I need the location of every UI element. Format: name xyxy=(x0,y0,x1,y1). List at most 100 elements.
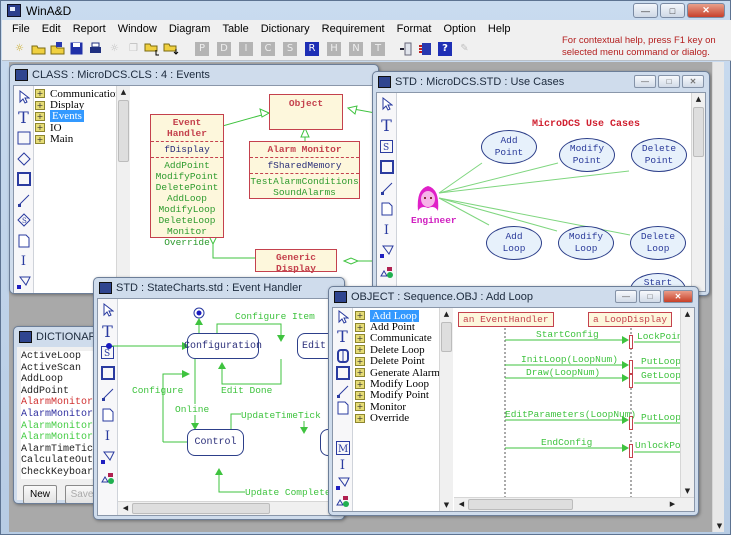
menu-file[interactable]: File xyxy=(6,23,36,35)
maximize-button[interactable]: □ xyxy=(639,290,661,303)
message-unlock-point[interactable]: UnlockPoi xyxy=(635,440,680,451)
pointer-tool-icon[interactable] xyxy=(335,310,351,324)
message-draw[interactable]: Draw(LoopNum) xyxy=(526,367,600,378)
menu-option[interactable]: Option xyxy=(437,23,481,35)
note-tool-icon[interactable] xyxy=(335,401,351,415)
scroll-thumb[interactable] xyxy=(118,100,129,162)
usecase-delete-loop[interactable]: Delete Loop xyxy=(630,226,686,260)
new-icon[interactable]: ☼ xyxy=(10,40,29,57)
diamond-tool-icon[interactable] xyxy=(16,150,32,168)
minimize-button[interactable]: — xyxy=(615,290,637,303)
text-tool-icon[interactable]: T xyxy=(335,327,351,346)
tree-item-modify-loop[interactable]: + Modify Loop xyxy=(355,378,440,390)
pointer-tool-icon[interactable] xyxy=(16,88,32,106)
scroll-right-icon[interactable]: ▶ xyxy=(667,498,678,510)
actor-engineer[interactable] xyxy=(413,183,443,213)
minimize-button[interactable]: — xyxy=(633,3,658,18)
sequence-vscrollbar[interactable]: ▲ ▼ xyxy=(680,308,694,497)
m-box-tool-icon[interactable]: M xyxy=(335,440,351,455)
usecase-add-loop[interactable]: Add Loop xyxy=(486,226,542,260)
usecase-modify-point[interactable]: Modify Point xyxy=(559,138,615,172)
class-event-handler[interactable]: Event Handler fDisplay AddPoint ModifyPo… xyxy=(150,114,224,248)
expand-icon[interactable]: + xyxy=(355,345,365,355)
tree-item-delete-loop[interactable]: + Delete Loop xyxy=(355,344,440,356)
workspace-vscrollbar[interactable]: ▼ xyxy=(712,62,724,532)
expand-icon[interactable]: + xyxy=(35,89,45,99)
tool-d-icon[interactable]: D xyxy=(217,41,231,56)
class-tree-scrollbar[interactable]: ▲ xyxy=(116,86,130,293)
message-put-loop[interactable]: PutLoop xyxy=(641,356,680,367)
state-configuration[interactable]: Configuration xyxy=(184,333,262,359)
color-tool-icon[interactable] xyxy=(335,494,351,508)
message-get-loop[interactable]: GetLoop xyxy=(641,370,680,381)
message-put-loop-2[interactable]: PutLoop xyxy=(641,412,680,423)
lifeline-event-handler[interactable]: an EventHandler xyxy=(458,312,554,327)
scroll-thumb[interactable] xyxy=(468,499,573,510)
shape-tool-icon[interactable] xyxy=(16,273,32,291)
scenario-tree-scrollbar[interactable]: ▲ ▼ xyxy=(439,308,453,511)
sequence-hscrollbar[interactable]: ◀ ▶ xyxy=(454,497,694,511)
tool-n-icon[interactable]: N xyxy=(349,41,363,56)
menu-edit[interactable]: Edit xyxy=(36,23,67,35)
shape-tool-icon[interactable] xyxy=(335,476,351,491)
tree-item-add-loop[interactable]: + Add Loop xyxy=(355,309,440,322)
new-button[interactable]: New xyxy=(23,485,57,503)
scroll-down-icon[interactable]: ▼ xyxy=(441,499,452,511)
expand-icon[interactable]: + xyxy=(355,311,365,321)
export-folder-icon[interactable] xyxy=(162,40,181,57)
class-generic-display[interactable]: Generic Display xyxy=(255,249,337,274)
tree-item-override[interactable]: + Override xyxy=(355,412,440,424)
maximize-button[interactable]: □ xyxy=(660,3,685,18)
menu-dictionary[interactable]: Dictionary xyxy=(255,23,316,35)
scroll-thumb[interactable] xyxy=(132,503,270,514)
menu-requirement[interactable]: Requirement xyxy=(316,23,391,35)
color-tool-icon[interactable] xyxy=(16,294,32,295)
menu-help[interactable]: Help xyxy=(482,23,517,35)
print-icon[interactable] xyxy=(86,40,105,57)
expand-icon[interactable]: + xyxy=(35,111,45,121)
line-tool-icon[interactable] xyxy=(335,383,351,398)
statechart-hscrollbar[interactable]: ◀ xyxy=(118,501,340,515)
tool-c-icon[interactable]: C xyxy=(261,41,275,56)
tree-item-events[interactable]: + Events xyxy=(35,110,117,123)
message-edit-parameters[interactable]: EditParameters(LoopNum) xyxy=(505,409,636,420)
object-tool-icon[interactable] xyxy=(335,348,351,363)
expand-icon[interactable]: + xyxy=(35,100,45,110)
message-init-loop[interactable]: InitLoop(LoopNum) xyxy=(521,354,618,365)
expand-icon[interactable]: + xyxy=(35,123,45,133)
tree-item-modify-point[interactable]: + Modify Point xyxy=(355,389,440,401)
message-start-config[interactable]: StartConfig xyxy=(536,329,599,340)
import-folder-icon[interactable] xyxy=(143,40,162,57)
usecase-add-point[interactable]: Add Point xyxy=(481,130,537,164)
usecase-modify-loop[interactable]: Modify Loop xyxy=(558,226,614,260)
open-project-icon[interactable] xyxy=(48,40,67,57)
class-object[interactable]: Object xyxy=(269,94,343,130)
state-control[interactable]: Control xyxy=(187,429,244,456)
help-icon[interactable]: ? xyxy=(438,41,452,56)
text-cursor-tool-icon[interactable]: I xyxy=(335,458,351,473)
save-icon[interactable] xyxy=(67,40,86,57)
scroll-left-icon[interactable]: ◀ xyxy=(120,502,131,514)
tree-item-monitor[interactable]: + Monitor xyxy=(355,401,440,413)
tool-s-icon[interactable]: S xyxy=(283,41,297,56)
transition-configure[interactable]: Configure xyxy=(132,385,183,396)
message-lock-point[interactable]: LockPoint xyxy=(637,331,680,342)
maximize-button[interactable]: □ xyxy=(658,75,680,88)
tree-item-communication[interactable]: + Communication xyxy=(35,88,121,100)
scroll-down-icon[interactable]: ▼ xyxy=(714,520,725,532)
menu-window[interactable]: Window xyxy=(112,23,163,35)
menu-report[interactable]: Report xyxy=(67,23,112,35)
note-tool-icon[interactable] xyxy=(16,232,32,250)
tool-t-icon[interactable]: T xyxy=(371,41,385,56)
transition-online[interactable]: Online xyxy=(175,404,210,415)
insert-icon[interactable] xyxy=(397,40,416,57)
scroll-up-icon[interactable]: ▲ xyxy=(441,308,452,320)
text-tool-icon[interactable]: T xyxy=(16,108,32,127)
lifeline-loop-display[interactable]: a LoopDisplay xyxy=(588,312,673,327)
transition-update-time-tick[interactable]: UpdateTimeTick xyxy=(241,410,321,421)
tree-item-display[interactable]: + Display xyxy=(35,99,117,111)
transition-configure-item[interactable]: Configure Item xyxy=(235,311,315,322)
message-end-config[interactable]: EndConfig xyxy=(541,437,592,448)
class-alarm-monitor[interactable]: Alarm Monitor fSharedMemory TestAlarmCon… xyxy=(249,141,360,199)
tool-i-icon[interactable]: I xyxy=(239,41,253,56)
